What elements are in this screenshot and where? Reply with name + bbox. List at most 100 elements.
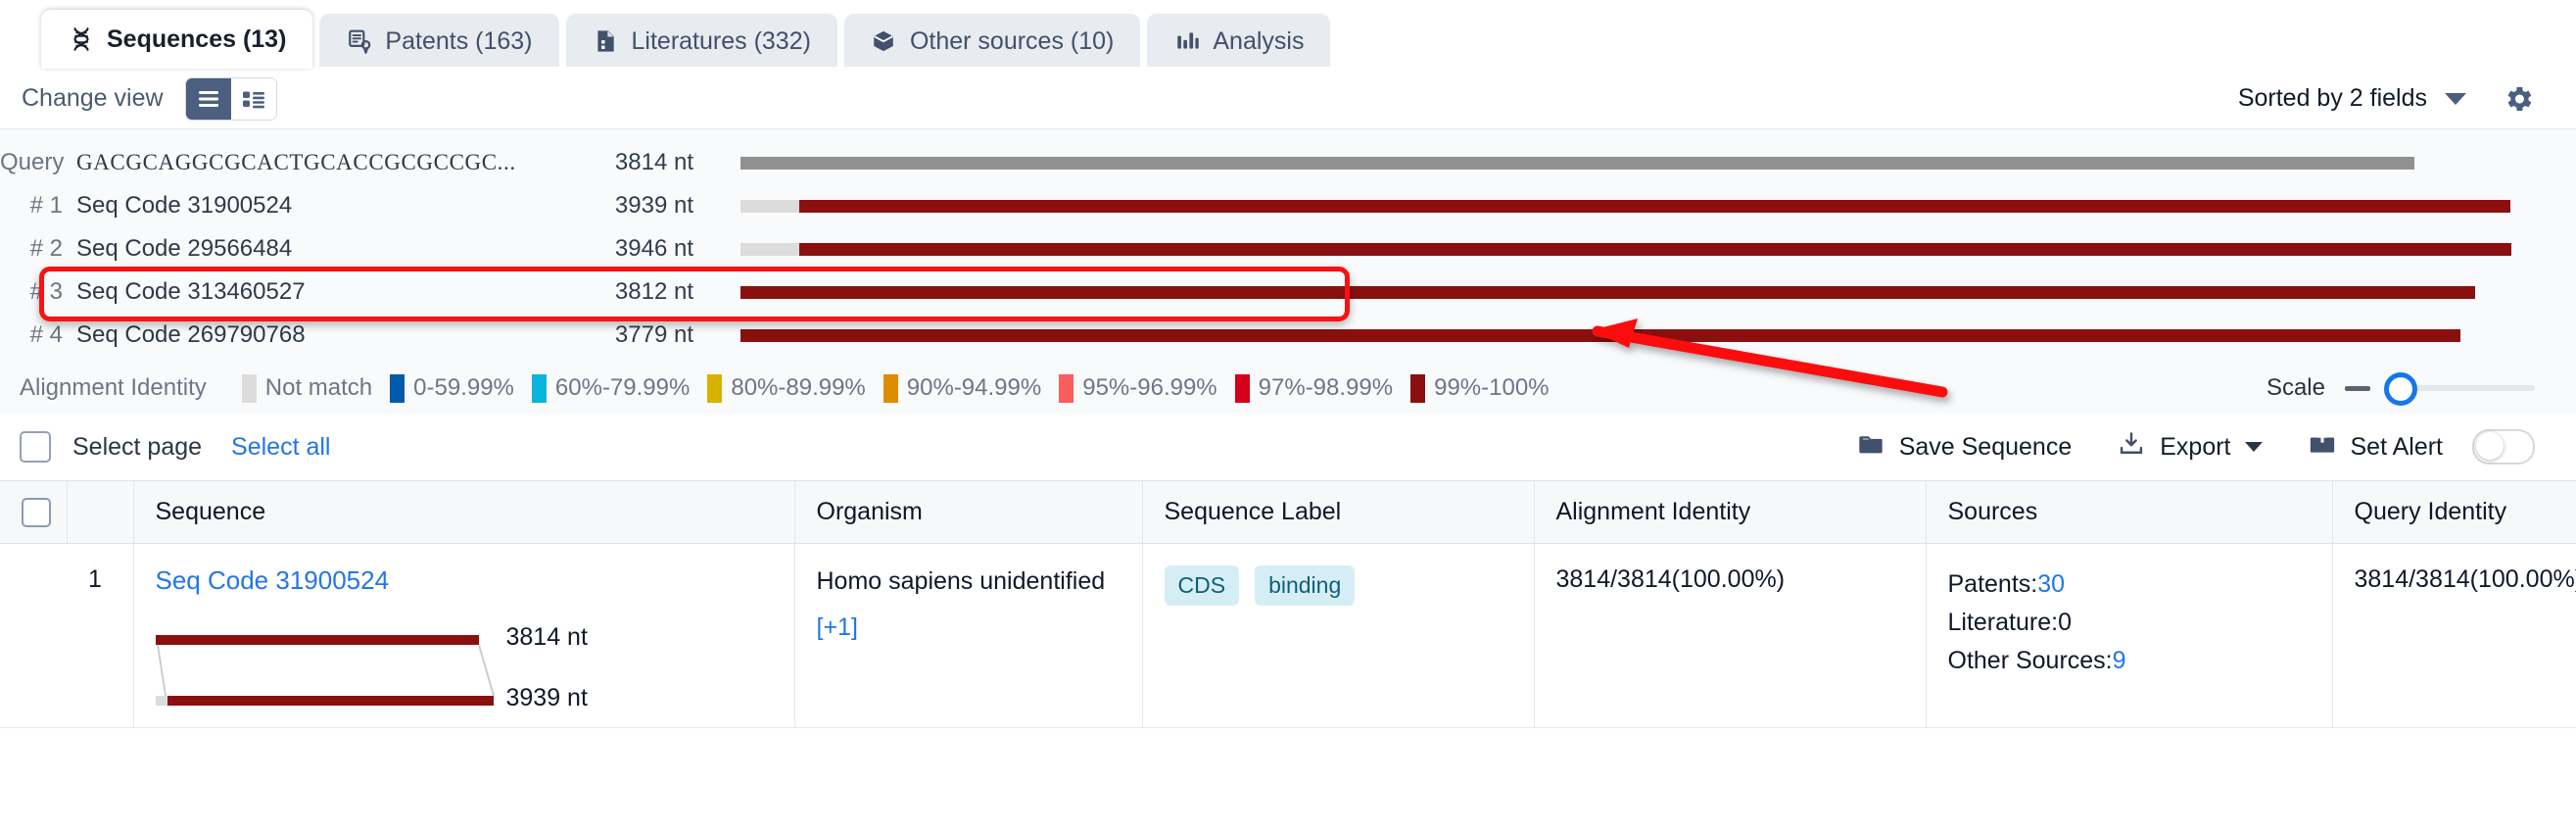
hit-length-label: 3946 nt xyxy=(614,235,693,262)
save-sequence-button[interactable]: Save Sequence xyxy=(1856,430,2073,465)
save-sequence-label: Save Sequence xyxy=(1898,432,2073,461)
query-length-label: 3814 nt xyxy=(614,149,693,175)
row-sources-cell: Patents:30 Literature:0 Other Sources:9 xyxy=(1926,543,2333,728)
alignment-map-hit-row-3[interactable]: # 3 Seq Code 313460527 3812 nt xyxy=(0,270,2576,314)
legend-label: 95%-96.99% xyxy=(1082,374,1217,401)
hit-name-label: Seq Code 269790768 xyxy=(76,321,306,348)
row-checkbox-cell[interactable] xyxy=(0,543,67,728)
scale-control[interactable]: Scale xyxy=(2266,372,2535,406)
toggle-knob xyxy=(2476,432,2504,460)
set-alert-label: Set Alert xyxy=(2350,432,2444,461)
legend-swatch xyxy=(707,373,723,403)
cube-icon xyxy=(871,28,897,55)
bar-segment-match xyxy=(798,199,2510,213)
tab-literatures[interactable]: Literatures (332) xyxy=(565,14,837,69)
hit-length-label: 3779 nt xyxy=(614,321,693,348)
legend-item-60-79: 60%-79.99% xyxy=(531,373,691,403)
legend-item-0-59: 0-59.99% xyxy=(390,373,514,403)
scale-slider-track[interactable] xyxy=(2384,372,2535,406)
bar-segment-not-match xyxy=(740,242,799,256)
minus-icon[interactable] xyxy=(2345,385,2370,391)
alignment-map-hit-row-4[interactable]: # 4 Seq Code 269790768 3779 nt xyxy=(0,314,2576,357)
patent-document-icon xyxy=(346,28,372,55)
sources-literature-label: Literature: xyxy=(1947,608,2059,636)
tab-patents[interactable]: Patents (163) xyxy=(319,14,559,69)
result-tabs: Sequences (13) Patents (163) Literatures… xyxy=(0,0,2576,69)
legend-item-80-89: 80%-89.99% xyxy=(707,373,866,403)
tab-label: Literatures (332) xyxy=(631,26,811,55)
list-view-icon[interactable] xyxy=(185,77,231,120)
column-header-query-identity[interactable]: Query Identity xyxy=(2332,480,2576,544)
select-all-rows-checkbox[interactable] xyxy=(22,497,51,527)
alignment-map-hit-row-2[interactable]: # 2 Seq Code 29566484 3946 nt xyxy=(0,227,2576,270)
bar-segment-match xyxy=(798,242,2512,256)
row-organism-cell: Homo sapiens unidentified [+1] xyxy=(794,543,1143,728)
tab-label: Other sources (10) xyxy=(909,26,1115,55)
minimap-query-bar xyxy=(155,635,479,645)
select-all-link[interactable]: Select all xyxy=(231,433,330,462)
results-table: Sequence Organism Sequence Label Alignme… xyxy=(0,480,2576,728)
sequence-label-tag[interactable]: binding xyxy=(1255,565,1356,606)
sequence-link[interactable]: Seq Code 31900524 xyxy=(156,565,773,596)
column-header-sequence-label[interactable]: Sequence Label xyxy=(1142,480,1535,544)
column-header-index xyxy=(67,480,134,544)
row-alignment-minimap: 3814 nt 3939 nt xyxy=(155,623,773,711)
dna-icon xyxy=(68,26,94,53)
sources-other-label: Other Sources: xyxy=(1947,646,2113,674)
set-alert-button[interactable]: Set Alert xyxy=(2308,429,2535,465)
column-header-organism[interactable]: Organism xyxy=(794,480,1143,544)
legend-item-not-match: Not match xyxy=(241,373,372,403)
sequence-label-tags: CDS binding xyxy=(1164,565,1512,606)
change-view-label: Change view xyxy=(22,84,164,112)
hit-alignment-bar xyxy=(740,242,2576,256)
legend-label: 80%-89.99% xyxy=(731,374,866,401)
legend-swatch xyxy=(1410,373,1426,403)
alignment-identity-legend: Alignment Identity Not match 0-59.99% 60… xyxy=(0,363,2576,414)
select-page-checkbox[interactable] xyxy=(20,431,51,463)
sources-patents-value[interactable]: 30 xyxy=(2037,570,2065,598)
table-row[interactable]: 1 Seq Code 31900524 3814 nt 3939 nt Homo… xyxy=(0,543,2576,728)
row-sequence-label-cell: CDS binding xyxy=(1142,543,1535,728)
literature-document-icon xyxy=(593,28,619,55)
query-rank-label: Query xyxy=(0,149,65,175)
legend-item-95-96: 95%-96.99% xyxy=(1059,373,1217,403)
organism-name: Homo sapiens unidentified xyxy=(816,567,1106,595)
minimap-subject-not-match xyxy=(155,696,167,706)
card-view-icon[interactable] xyxy=(230,77,276,120)
gear-icon[interactable] xyxy=(2502,82,2535,116)
query-alignment-bar xyxy=(740,156,2576,170)
sources-other-value[interactable]: 9 xyxy=(2113,647,2126,674)
query-sequence-text: GACGCAGGCGCACTGCACCGCGCCGC... xyxy=(76,150,516,174)
scale-label: Scale xyxy=(2266,374,2325,401)
organism-more-link[interactable]: [+1] xyxy=(817,613,858,642)
minimap-query-length: 3814 nt xyxy=(505,623,588,651)
select-all-rows-checkbox-cell[interactable] xyxy=(0,480,68,544)
query-bar-segment xyxy=(740,156,2415,170)
sources-patents-label: Patents: xyxy=(1947,570,2038,598)
tab-sequences[interactable]: Sequences (13) xyxy=(41,10,313,69)
export-button[interactable]: Export xyxy=(2117,430,2263,465)
column-header-sequence[interactable]: Sequence xyxy=(133,480,795,544)
row-query-identity: 3814/3814(100.00%) xyxy=(2332,543,2576,728)
alignment-map-hit-row-1[interactable]: # 1 Seq Code 31900524 3939 nt xyxy=(0,184,2576,227)
tab-other-sources[interactable]: Other sources (10) xyxy=(843,14,1141,69)
set-alert-toggle[interactable] xyxy=(2472,429,2535,465)
legend-swatch xyxy=(1234,373,1250,403)
column-header-sources[interactable]: Sources xyxy=(1926,480,2333,544)
sequence-label-tag[interactable]: CDS xyxy=(1164,565,1240,606)
view-toggle-group[interactable] xyxy=(184,76,277,121)
sources-literature: Literature:0 xyxy=(1948,604,2311,642)
scale-slider-knob[interactable] xyxy=(2384,372,2417,406)
row-index: 1 xyxy=(67,543,134,728)
legend-label: 60%-79.99% xyxy=(554,374,691,401)
column-header-alignment-identity[interactable]: Alignment Identity xyxy=(1534,480,1927,544)
hit-rank-label: # 4 xyxy=(29,321,63,348)
table-header-row: Sequence Organism Sequence Label Alignme… xyxy=(0,480,2576,544)
select-page-label[interactable]: Select page xyxy=(72,433,202,462)
hit-rank-label: # 2 xyxy=(29,235,63,262)
sorted-by-dropdown[interactable]: Sorted by 2 fields xyxy=(2238,84,2466,113)
export-label: Export xyxy=(2160,432,2231,461)
legend-swatch xyxy=(531,373,547,403)
tab-analysis[interactable]: Analysis xyxy=(1147,14,1331,69)
legend-label: 97%-98.99% xyxy=(1258,374,1394,401)
